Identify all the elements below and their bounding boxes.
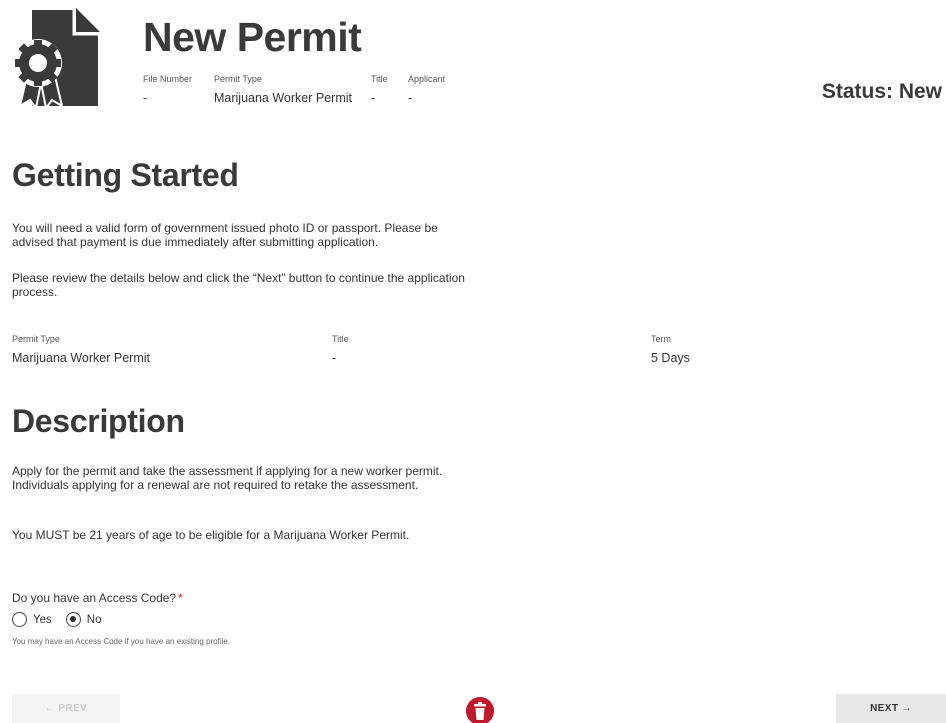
description-paragraph-1: Apply for the permit and take the assess… [12, 464, 443, 492]
applicant-value: - [408, 91, 413, 105]
status-badge: Status: New [821, 80, 942, 103]
access-code-label: Do you have an Access Code? [12, 591, 177, 605]
detail-value: - [332, 351, 337, 365]
detail-value: Marijuana Worker Permit [12, 351, 151, 365]
title-label: Title [371, 74, 388, 84]
getting-started-heading: Getting Started [12, 157, 239, 193]
access-code-question: Do you have an Access Code? * [12, 591, 183, 605]
permit-type-field: Permit Type Marijuana Worker Permit [214, 74, 352, 105]
title-field: Title - [371, 74, 388, 105]
radio-no[interactable]: No [65, 612, 102, 627]
applicant-field: Applicant - [408, 74, 445, 105]
getting-started-paragraph-2: Please review the details below and clic… [12, 271, 465, 299]
detail-permit-type: Permit Type Marijuana Worker Permit [12, 334, 150, 365]
access-code-radio-group: Yes No [12, 612, 115, 627]
file-number-value: - [143, 91, 148, 105]
radio-no-label: No [86, 613, 102, 626]
detail-label: Permit Type [12, 334, 60, 344]
description-paragraph-2: You MUST be 21 years of age to be eligib… [12, 528, 410, 542]
detail-value: 5 Days [651, 351, 690, 365]
trash-icon[interactable] [466, 697, 494, 723]
detail-title: Title - [332, 334, 349, 365]
access-code-hint: You may have an Access Code if you have … [12, 637, 231, 646]
radio-yes[interactable]: Yes [12, 612, 52, 627]
prev-button[interactable]: ← PREV [12, 694, 120, 723]
detail-label: Title [332, 334, 349, 344]
next-button[interactable]: NEXT → [836, 694, 946, 723]
permit-type-label: Permit Type [214, 74, 262, 84]
required-marker: * [178, 591, 183, 605]
description-heading: Description [12, 403, 185, 439]
detail-term: Term 5 Days [651, 334, 690, 365]
detail-label: Term [651, 334, 671, 344]
permit-type-value: Marijuana Worker Permit [214, 91, 353, 105]
applicant-label: Applicant [408, 74, 446, 84]
new-permit-page: New Permit File Number - Permit Type Mar… [0, 0, 946, 723]
file-number-label: File Number [143, 74, 193, 84]
file-number-field: File Number - [143, 74, 192, 105]
radio-circle-yes[interactable] [12, 612, 27, 627]
page-title: New Permit [143, 14, 362, 60]
title-value: - [371, 91, 376, 105]
radio-circle-no[interactable] [65, 612, 81, 627]
document-badge-icon [14, 8, 100, 108]
getting-started-paragraph-1: You will need a valid form of government… [12, 221, 438, 249]
radio-yes-label: Yes [33, 613, 52, 626]
